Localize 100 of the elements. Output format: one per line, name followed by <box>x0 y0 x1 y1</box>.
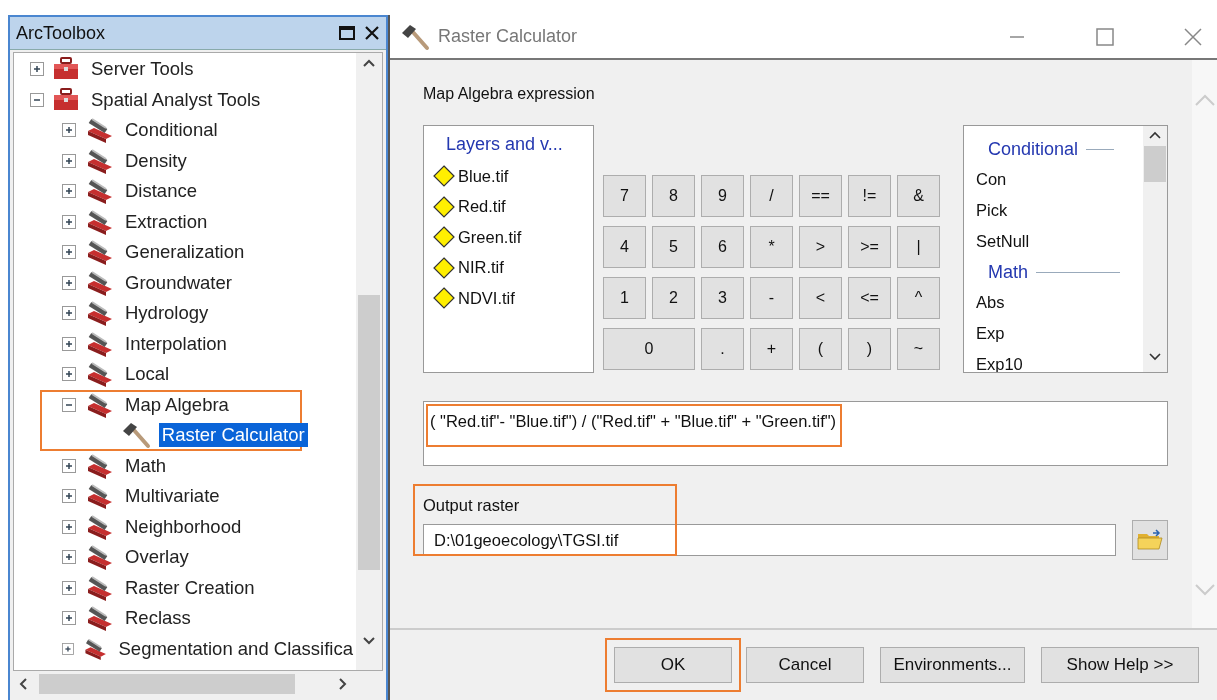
layer-item[interactable]: NDVI.tif <box>458 288 515 308</box>
close-icon[interactable] <box>364 25 380 41</box>
expression-box[interactable]: ( "Red.tif"- "Blue.tif") / ("Red.tif" + "Blue.tif" + "Green.tif") <box>423 401 1168 466</box>
tree-item[interactable]: Raster Creation <box>122 575 258 600</box>
keypad-key[interactable]: * <box>750 226 793 268</box>
list-heading: Conditional <box>988 138 1079 160</box>
layer-item[interactable]: Green.tif <box>458 227 522 247</box>
keypad-key[interactable]: 9 <box>701 175 744 217</box>
maximize-icon[interactable] <box>338 24 356 42</box>
keypad-key[interactable]: 1 <box>603 277 646 319</box>
keypad-key[interactable]: 2 <box>652 277 695 319</box>
keypad-key[interactable]: / <box>750 175 793 217</box>
layer-item[interactable]: NIR.tif <box>458 258 504 278</box>
function-item[interactable]: Exp <box>976 318 1143 349</box>
function-item[interactable]: Con <box>976 164 1143 195</box>
expand-icon[interactable] <box>62 367 76 382</box>
dialog-button[interactable]: Environments... <box>880 647 1025 683</box>
function-item[interactable]: SetNull <box>976 226 1143 257</box>
field-label: Output raster <box>423 496 521 515</box>
expand-icon[interactable] <box>62 519 76 534</box>
keypad-key[interactable]: ^ <box>897 277 940 319</box>
expand-icon[interactable] <box>30 62 44 77</box>
keypad-key[interactable]: - <box>750 277 793 319</box>
output-field[interactable]: D:\01geoecology\TGSI.tif <box>423 524 1116 556</box>
tree-item[interactable]: Local <box>122 362 173 387</box>
keypad-key[interactable]: <= <box>848 277 891 319</box>
keypad-key[interactable]: | <box>897 226 940 268</box>
scroll-thumb[interactable] <box>39 673 295 694</box>
keypad-key[interactable]: 5 <box>652 226 695 268</box>
keypad-key[interactable]: == <box>799 175 842 217</box>
tree-item[interactable]: Spatial Analyst Tools <box>88 87 264 112</box>
field-label: Map Algebra expression <box>423 85 596 103</box>
expand-icon[interactable] <box>62 611 76 626</box>
hammer-icon <box>400 22 430 51</box>
keypad-key[interactable]: > <box>799 226 842 268</box>
tree-item[interactable]: Distance <box>122 179 200 204</box>
keypad-key[interactable]: . <box>701 328 744 370</box>
expand-icon[interactable] <box>62 275 76 290</box>
collapse-icon[interactable] <box>30 92 44 107</box>
keypad-key[interactable]: 8 <box>652 175 695 217</box>
expand-icon[interactable] <box>62 153 76 168</box>
tree-item[interactable]: Conditional <box>122 118 221 143</box>
dialog-button[interactable]: OK <box>614 647 732 683</box>
tree-item[interactable]: Interpolation <box>122 331 230 356</box>
tree-item[interactable]: Generalization <box>122 240 248 265</box>
expand-icon[interactable] <box>62 641 74 656</box>
diamond-icon <box>432 286 456 311</box>
vertical-scrollbar[interactable] <box>356 53 382 670</box>
keypad-key[interactable]: ~ <box>897 328 940 370</box>
keypad-key[interactable]: != <box>848 175 891 217</box>
layer-item[interactable]: Blue.tif <box>458 166 509 186</box>
diamond-icon <box>432 225 456 250</box>
layer-item[interactable]: Red.tif <box>458 197 506 217</box>
dialog-button[interactable]: Cancel <box>746 647 864 683</box>
expand-icon[interactable] <box>62 214 76 229</box>
function-item[interactable]: Pick <box>976 195 1143 226</box>
tree-item[interactable]: Raster Calculator <box>158 423 308 448</box>
expand-icon[interactable] <box>62 489 76 504</box>
keypad-key[interactable]: + <box>750 328 793 370</box>
tree-item[interactable]: Extraction <box>122 209 211 234</box>
scroll-down-icon[interactable] <box>1149 350 1161 362</box>
tree-item[interactable]: Multivariate <box>122 484 223 509</box>
scroll-thumb[interactable] <box>1144 146 1166 182</box>
tree-item[interactable]: Groundwater <box>122 270 235 295</box>
diamond-icon <box>432 194 456 219</box>
keypad-key[interactable]: < <box>799 277 842 319</box>
tree-item[interactable]: Hydrology <box>122 301 212 326</box>
tree-item[interactable]: Density <box>122 148 190 173</box>
expand-icon[interactable] <box>62 245 76 260</box>
keypad-key[interactable]: >= <box>848 226 891 268</box>
keypad-key[interactable]: ( <box>799 328 842 370</box>
keypad-key[interactable]: 3 <box>701 277 744 319</box>
tree-item[interactable]: Server Tools <box>88 57 197 82</box>
collapse-icon[interactable] <box>62 397 76 412</box>
tree-item[interactable]: Neighborhood <box>122 514 245 539</box>
expand-icon[interactable] <box>62 184 76 199</box>
expand-icon[interactable] <box>62 458 76 473</box>
list-heading: Math <box>988 261 1029 283</box>
expand-icon[interactable] <box>62 123 76 138</box>
keypad-key[interactable]: ) <box>848 328 891 370</box>
tree-item[interactable]: Overlay <box>122 545 192 570</box>
keypad-key[interactable]: 4 <box>603 226 646 268</box>
tree-item[interactable]: Segmentation and Classifica <box>115 636 356 661</box>
expand-icon[interactable] <box>62 550 76 565</box>
keypad-key[interactable]: 0 <box>603 328 695 370</box>
keypad-key[interactable]: 7 <box>603 175 646 217</box>
keypad-key[interactable]: 6 <box>701 226 744 268</box>
dialog-button[interactable]: Show Help >> <box>1041 647 1199 683</box>
expand-icon[interactable] <box>62 336 76 351</box>
expand-icon[interactable] <box>62 306 76 321</box>
expression-text: ( "Red.tif"- "Blue.tif") / ("Red.tif" + "Blue.tif" + "Green.tif") <box>426 404 843 447</box>
tree-item[interactable]: Map Algebra <box>122 392 232 417</box>
function-item[interactable]: Abs <box>976 287 1143 318</box>
scroll-thumb[interactable] <box>358 295 380 570</box>
keypad-key[interactable]: & <box>897 175 940 217</box>
diamond-icon <box>432 255 456 280</box>
expand-icon[interactable] <box>62 580 76 595</box>
tree-item[interactable]: Reclass <box>122 606 194 631</box>
vertical-scrollbar[interactable] <box>1143 126 1167 372</box>
tree-item[interactable]: Math <box>122 453 170 478</box>
